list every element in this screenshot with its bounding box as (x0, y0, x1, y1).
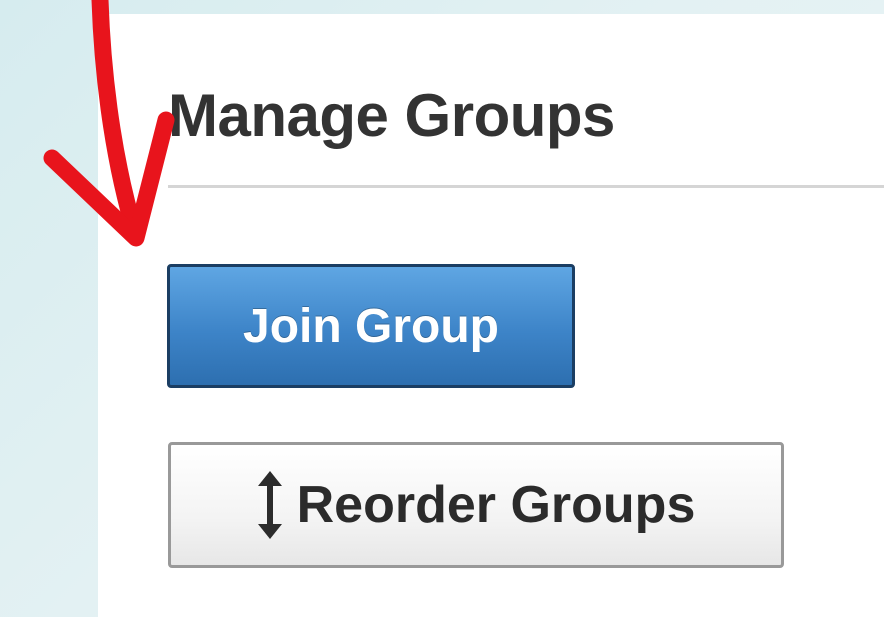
reorder-groups-label: Reorder Groups (296, 476, 696, 534)
page-title: Manage Groups (168, 82, 615, 149)
join-group-button[interactable]: Join Group (167, 264, 575, 388)
manage-groups-panel: Manage Groups Join Group Reorder Groups (98, 14, 884, 617)
vertical-resize-arrows-icon (257, 469, 283, 541)
title-divider (168, 185, 884, 188)
reorder-groups-button[interactable]: Reorder Groups (168, 442, 784, 568)
